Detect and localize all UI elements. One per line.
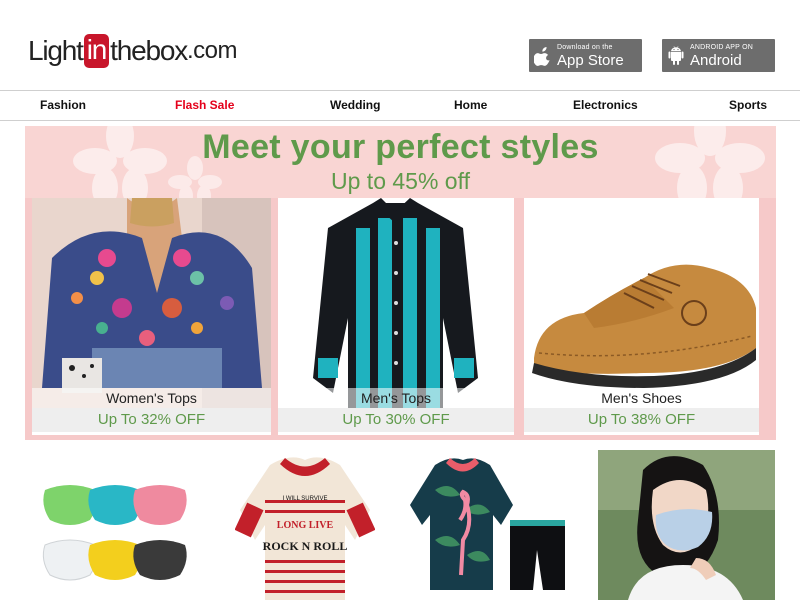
promo-banner[interactable]: Meet your perfect styles Up to 45% off W… xyxy=(25,126,776,440)
card-mens-shoes[interactable]: Men's Shoes Up To 38% OFF xyxy=(524,198,759,435)
nav-home[interactable]: Home xyxy=(454,98,487,112)
product-face-masks[interactable] xyxy=(25,450,215,600)
card-mens-tops[interactable]: Men's Tops Up To 30% OFF xyxy=(278,198,514,435)
card-label-mens-tops: Men's Tops xyxy=(278,388,514,408)
jersey-text-survive: I WILL SURVIVE xyxy=(282,496,327,502)
nav-electronics[interactable]: Electronics xyxy=(573,98,638,112)
banner-headline: Meet your perfect styles xyxy=(202,128,599,166)
logo-text-dotcom: .com xyxy=(187,37,238,64)
product-woman-wearing-mask[interactable] xyxy=(598,450,775,600)
mens-shirt-image xyxy=(278,198,514,408)
jersey-rock-image: I WILL SURVIVE LONG LIVE ROCK N ROLL xyxy=(235,450,375,600)
logo-text-in: in xyxy=(83,34,110,68)
womens-top-image xyxy=(32,198,271,408)
face-masks-image xyxy=(25,450,215,600)
nav-flash-sale[interactable]: Flash Sale xyxy=(175,98,234,112)
android-small-text: ANDROID APP ON xyxy=(690,43,753,51)
logo-text-thebox: thebox xyxy=(110,35,188,66)
app-store-label: App Store xyxy=(557,51,624,69)
site-logo[interactable]: Light in thebox .com xyxy=(28,33,238,69)
category-nav: Fashion Flash Sale Wedding Home Electron… xyxy=(0,90,800,121)
android-icon xyxy=(662,45,690,66)
card-offer-womens-tops: Up To 32% OFF xyxy=(32,408,271,432)
logo-text-light: Light xyxy=(28,35,84,66)
product-cycling-jersey-flamingo[interactable] xyxy=(405,450,575,600)
android-label: Android xyxy=(690,51,742,69)
nav-fashion[interactable]: Fashion xyxy=(40,98,86,112)
card-offer-mens-shoes: Up To 38% OFF xyxy=(524,408,759,432)
card-label-womens-tops: Women's Tops xyxy=(32,388,271,408)
nav-sports[interactable]: Sports xyxy=(729,98,767,112)
card-womens-tops[interactable]: Women's Tops Up To 32% OFF xyxy=(32,198,271,435)
jersey-flamingo-image xyxy=(405,450,575,600)
app-store-button[interactable]: Download on the App Store xyxy=(529,39,642,72)
banner-subline: Up to 45% off xyxy=(331,168,470,194)
woman-mask-image xyxy=(598,450,775,600)
app-store-small-text: Download on the xyxy=(557,43,613,51)
jersey-text-rock: ROCK N ROLL xyxy=(263,539,348,553)
site-header: Light in thebox .com Download on the App St… xyxy=(0,0,800,90)
apple-icon xyxy=(529,46,557,66)
mens-shoe-image xyxy=(524,198,759,408)
card-label-mens-shoes: Men's Shoes xyxy=(524,388,759,408)
android-app-button[interactable]: ANDROID APP ON Android xyxy=(662,39,775,72)
nav-wedding[interactable]: Wedding xyxy=(330,98,380,112)
jersey-text-long-live: LONG LIVE xyxy=(277,520,334,531)
card-offer-mens-tops: Up To 30% OFF xyxy=(278,408,514,432)
product-cycling-jersey-rock[interactable]: I WILL SURVIVE LONG LIVE ROCK N ROLL xyxy=(235,450,375,600)
